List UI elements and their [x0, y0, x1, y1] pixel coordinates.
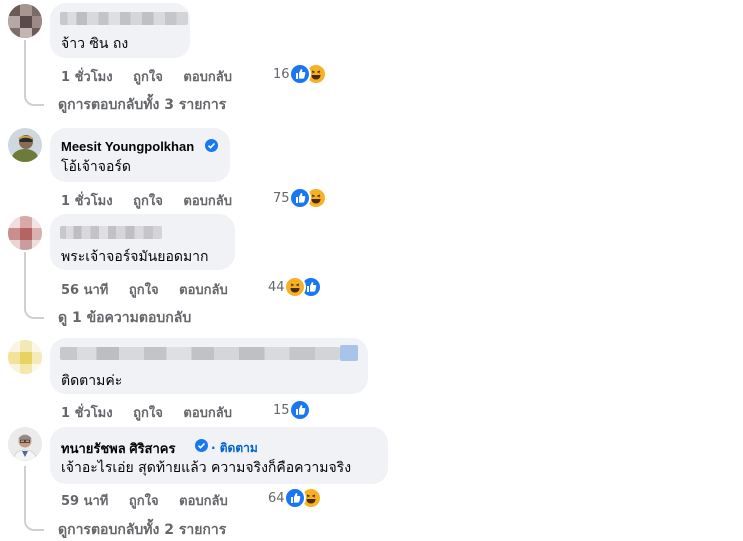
comment-actions: 1 ชั่วโมง ถูกใจ ตอบกลับ: [61, 66, 232, 87]
view-replies-link[interactable]: ดูการตอบกลับทั้ง 3 รายการ: [58, 94, 226, 116]
timestamp[interactable]: 1 ชั่วโมง: [61, 190, 113, 211]
like-icon[interactable]: [284, 487, 306, 509]
view-replies-link[interactable]: ดูการตอบกลับทั้ง 2 รายการ: [58, 519, 226, 541]
avatar[interactable]: [8, 128, 42, 162]
author-name-blurred[interactable]: [60, 226, 162, 239]
author-name-blurred[interactable]: [60, 347, 340, 360]
like-icon[interactable]: [289, 399, 311, 421]
comment-actions: 1 ชั่วโมง ถูกใจ ตอบกลับ: [61, 402, 232, 423]
reaction-count[interactable]: 15: [273, 403, 290, 418]
follow-link[interactable]: · ติดตาม: [211, 439, 258, 458]
author-name-blurred[interactable]: [60, 12, 188, 25]
comment-text: โอ้เจ้าจอร์ด: [61, 159, 131, 175]
like-button[interactable]: ถูกใจ: [133, 190, 163, 211]
reaction-count[interactable]: 64: [268, 491, 285, 506]
comment-actions: 1 ชั่วโมง ถูกใจ ตอบกลับ: [61, 190, 232, 211]
comment-text: พระเจ้าจอร์จมันยอดมาก: [61, 249, 209, 265]
reply-button[interactable]: ตอบกลับ: [183, 402, 232, 423]
comment-actions: 56 นาที ถูกใจ ตอบกลับ: [61, 279, 228, 300]
reply-button[interactable]: ตอบกลับ: [179, 490, 228, 511]
view-replies-link[interactable]: ดู 1 ข้อความตอบกลับ: [58, 307, 191, 329]
verified-badge-icon: [195, 439, 208, 452]
like-button[interactable]: ถูกใจ: [133, 402, 163, 423]
like-button[interactable]: ถูกใจ: [129, 279, 159, 300]
reaction-count[interactable]: 16: [273, 67, 290, 82]
reply-button[interactable]: ตอบกลับ: [183, 190, 232, 211]
reply-button[interactable]: ตอบกลับ: [179, 279, 228, 300]
timestamp[interactable]: 59 นาที: [61, 490, 108, 511]
author-name[interactable]: Meesit Youngpolkhan: [61, 139, 194, 154]
thread-connector: [24, 90, 44, 106]
like-button[interactable]: ถูกใจ: [129, 490, 159, 511]
thread-line: [24, 252, 26, 303]
like-icon[interactable]: [289, 63, 311, 85]
thread-line: [24, 40, 26, 90]
reaction-count[interactable]: 75: [273, 191, 290, 206]
like-button[interactable]: ถูกใจ: [133, 66, 163, 87]
avatar[interactable]: [8, 427, 42, 461]
comment-actions: 59 นาที ถูกใจ ตอบกลับ: [61, 490, 228, 511]
avatar[interactable]: [8, 340, 42, 374]
timestamp[interactable]: 1 ชั่วโมง: [61, 402, 113, 423]
like-icon[interactable]: [289, 187, 311, 209]
timestamp[interactable]: 56 นาที: [61, 279, 108, 300]
thread-connector: [24, 303, 44, 319]
thread-connector: [24, 515, 44, 531]
avatar[interactable]: [8, 216, 42, 250]
haha-icon[interactable]: [284, 276, 306, 298]
reply-button[interactable]: ตอบกลับ: [183, 66, 232, 87]
comment-text: ติดตามค่ะ: [61, 373, 123, 389]
verified-badge-icon: [205, 139, 218, 152]
blurred-badge: [340, 345, 358, 361]
comment-text: จ้าว ซิน ถง: [61, 36, 129, 52]
avatar[interactable]: [8, 4, 42, 38]
thread-line: [24, 466, 26, 515]
timestamp[interactable]: 1 ชั่วโมง: [61, 66, 113, 87]
reaction-count[interactable]: 44: [268, 280, 285, 295]
author-name[interactable]: ทนายรัชพล ศิริสาคร: [61, 438, 175, 459]
comment-text: เจ้าอะไรเอ่ย สุดท้ายแล้ว ความจริงก็คือคว…: [61, 460, 352, 476]
